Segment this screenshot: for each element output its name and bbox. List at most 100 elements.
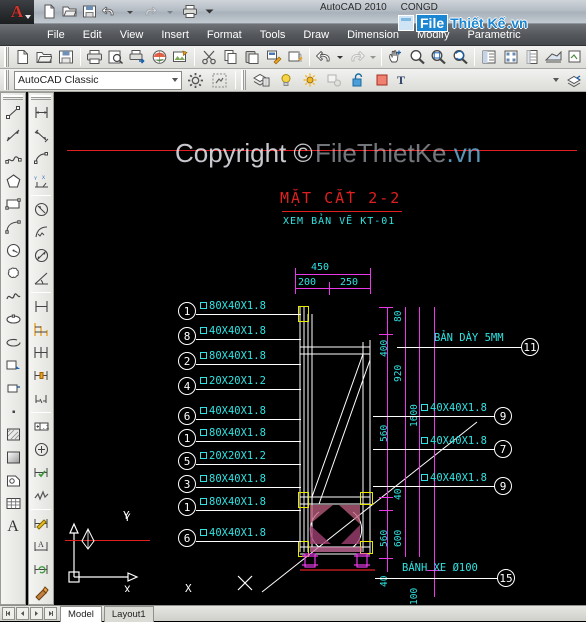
radius-dimension-icon[interactable] <box>29 198 53 221</box>
callout-bubble-1[interactable]: 1 <box>178 302 196 320</box>
callout-bubble-3[interactable]: 3 <box>178 475 196 493</box>
undo-dropdown-icon[interactable] <box>120 2 139 21</box>
toolbar-grip[interactable] <box>31 95 51 100</box>
dimension-edit-icon[interactable] <box>29 512 53 535</box>
layer-properties-icon[interactable] <box>251 69 273 91</box>
toolbar-grip[interactable] <box>4 70 9 90</box>
insert-block-icon[interactable] <box>1 354 25 377</box>
dimension-update-icon[interactable] <box>29 558 53 581</box>
layer-color-swatch[interactable] <box>371 69 393 91</box>
tolerance-icon[interactable]: .1 <box>29 415 53 438</box>
callout-bubble-11[interactable]: 11 <box>521 338 539 356</box>
drawing-canvas[interactable]: MẶT CẮT 2-2 XEM BẢN VẼ KT-01 450 200 250 <box>57 92 586 605</box>
save-icon[interactable] <box>80 2 99 21</box>
copy-icon[interactable] <box>220 46 242 68</box>
point-icon[interactable] <box>1 400 25 423</box>
multiline-text-icon[interactable]: A <box>1 515 25 538</box>
callout-bubble-1c[interactable]: 1 <box>178 498 196 516</box>
layer-on-icon[interactable] <box>275 69 297 91</box>
properties-icon[interactable] <box>478 46 500 68</box>
zoom-icon[interactable] <box>407 46 429 68</box>
construction-line-icon[interactable] <box>1 124 25 147</box>
menu-edit[interactable]: Edit <box>74 24 111 46</box>
rectangle-icon[interactable] <box>1 193 25 216</box>
plot-icon[interactable] <box>180 2 199 21</box>
revcloud-icon[interactable] <box>1 262 25 285</box>
redo-dropdown-icon[interactable] <box>160 2 179 21</box>
spline-icon[interactable] <box>1 285 25 308</box>
aligned-dimension-icon[interactable] <box>29 124 53 147</box>
callout-bubble-6a[interactable]: 6 <box>178 407 196 425</box>
layout-tab-model[interactable]: Model <box>60 605 102 622</box>
first-layout-icon[interactable] <box>2 607 15 620</box>
hatch-icon[interactable] <box>1 423 25 446</box>
make-block-icon[interactable] <box>1 377 25 400</box>
save-icon[interactable] <box>55 46 77 68</box>
arc-length-dimension-icon[interactable] <box>29 147 53 170</box>
prev-layout-icon[interactable] <box>16 607 29 620</box>
menu-draw[interactable]: Draw <box>294 24 338 46</box>
toolbar-grip[interactable] <box>3 95 23 100</box>
plot-icon[interactable] <box>84 46 106 68</box>
markup-icon[interactable] <box>564 46 586 68</box>
center-mark-icon[interactable] <box>29 438 53 461</box>
continue-dimension-icon[interactable] <box>29 341 53 364</box>
match-properties-icon[interactable] <box>263 46 285 68</box>
block-editor-icon[interactable] <box>285 46 307 68</box>
next-layout-icon[interactable] <box>30 607 43 620</box>
redo-icon[interactable] <box>140 2 159 21</box>
cut-icon[interactable] <box>198 46 220 68</box>
callout-bubble-1b[interactable]: 1 <box>178 429 196 447</box>
line-icon[interactable] <box>1 101 25 124</box>
quick-dimension-icon[interactable] <box>29 295 53 318</box>
dimension-break-icon[interactable] <box>29 387 53 410</box>
designcenter-icon[interactable] <box>500 46 522 68</box>
callout-bubble-15[interactable]: 15 <box>497 569 515 587</box>
callout-bubble-5[interactable]: 5 <box>178 452 196 470</box>
redo-dropdown-icon[interactable] <box>367 46 378 68</box>
open-file-icon[interactable] <box>60 2 79 21</box>
undo-dropdown-icon[interactable] <box>335 46 346 68</box>
angular-dimension-icon[interactable] <box>29 267 53 290</box>
dimension-space-icon[interactable] <box>29 364 53 387</box>
zoom-previous-icon[interactable] <box>450 46 472 68</box>
undo-icon[interactable] <box>313 46 335 68</box>
workspace-display-icon[interactable] <box>208 69 230 91</box>
ordinate-dimension-icon[interactable]: YX <box>29 170 53 193</box>
new-file-icon[interactable] <box>40 2 59 21</box>
application-menu-button[interactable]: A <box>0 0 34 24</box>
table-icon[interactable] <box>1 492 25 515</box>
callout-bubble-9b[interactable]: 9 <box>494 477 512 495</box>
toolbar-grip[interactable] <box>4 47 9 67</box>
workspace-settings-icon[interactable] <box>184 69 206 91</box>
menu-file[interactable]: File <box>38 24 74 46</box>
export-icon[interactable] <box>170 46 192 68</box>
callout-bubble-6b[interactable]: 6 <box>178 529 196 547</box>
menu-view[interactable]: View <box>111 24 153 46</box>
last-layout-icon[interactable] <box>44 607 57 620</box>
new-icon[interactable] <box>12 46 34 68</box>
publish-icon[interactable] <box>127 46 149 68</box>
layer-unlock-icon[interactable] <box>347 69 369 91</box>
polygon-icon[interactable] <box>1 170 25 193</box>
open-icon[interactable] <box>34 46 56 68</box>
menu-insert[interactable]: Insert <box>152 24 198 46</box>
callout-bubble-8[interactable]: 8 <box>178 327 196 345</box>
jogged-linear-icon[interactable] <box>29 484 53 507</box>
gradient-icon[interactable] <box>1 446 25 469</box>
circle-icon[interactable] <box>1 239 25 262</box>
menu-tools[interactable]: Tools <box>251 24 295 46</box>
zoom-window-icon[interactable] <box>428 46 450 68</box>
arc-icon[interactable] <box>1 216 25 239</box>
layer-select[interactable] <box>412 71 562 90</box>
layer-thaw-icon[interactable] <box>299 69 321 91</box>
sheet-set-icon[interactable] <box>543 46 565 68</box>
jogged-dimension-icon[interactable] <box>29 221 53 244</box>
polyline-icon[interactable] <box>1 147 25 170</box>
callout-bubble-4[interactable]: 4 <box>178 377 196 395</box>
callout-bubble-7[interactable]: 7 <box>494 440 512 458</box>
layer-toolbar-grip[interactable] <box>241 70 246 90</box>
redo-icon[interactable] <box>346 46 368 68</box>
paste-icon[interactable] <box>242 46 264 68</box>
layer-freeze-vp-icon[interactable] <box>323 69 345 91</box>
